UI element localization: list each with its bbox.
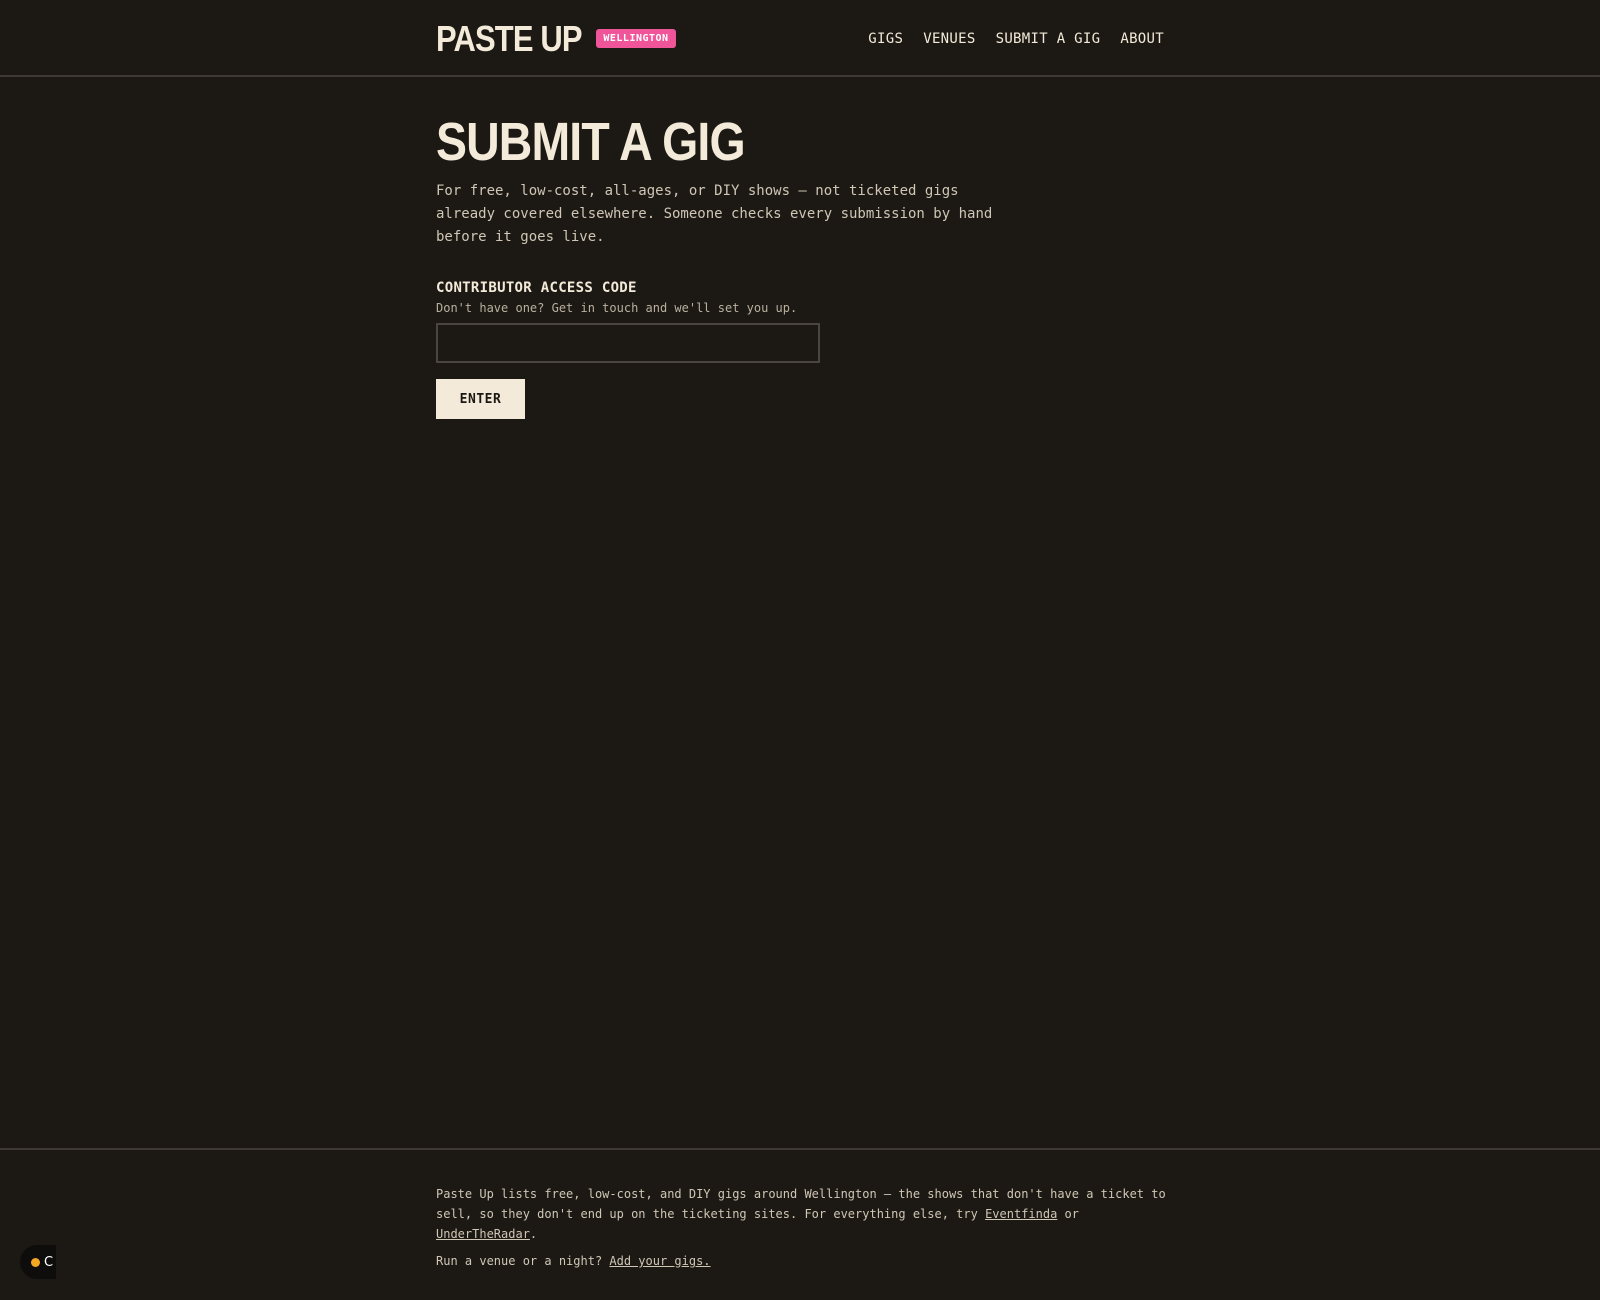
- nav-submit-a-gig[interactable]: SUBMIT A GIG: [996, 31, 1101, 47]
- intro-text: For free, low-cost, all-ages, or DIY sho…: [436, 183, 993, 245]
- footer-text-after: .: [529, 1227, 538, 1241]
- footer-about: Paste Up lists free, low-cost, and DIY g…: [436, 1184, 1166, 1244]
- page-title: SUBMIT A GIG: [436, 112, 746, 172]
- nav-gigs[interactable]: GIGS: [868, 31, 903, 47]
- main-content: SUBMIT A GIG For free, low-cost, all-age…: [436, 112, 1164, 419]
- enter-button[interactable]: ENTER: [436, 379, 525, 419]
- access-code-help: Don't have one? Get in touch and we'll s…: [436, 301, 798, 315]
- site-header: PASTE UP WELLINGTON GIGS VENUES SUBMIT A…: [0, 0, 1600, 77]
- access-code-input[interactable]: [436, 323, 820, 363]
- corner-widget[interactable]: C: [20, 1245, 56, 1279]
- footer-line2-text: Run a venue or a night?: [436, 1254, 610, 1268]
- footer-venue-cta: Run a venue or a night? Add your gigs.: [436, 1251, 1166, 1271]
- undertheradar-link[interactable]: UnderTheRadar: [436, 1227, 530, 1241]
- footer-inner: Paste Up lists free, low-cost, and DIY g…: [436, 1184, 1166, 1271]
- nav-venues[interactable]: VENUES: [923, 31, 975, 47]
- city-badge: WELLINGTON: [596, 29, 676, 48]
- site-footer: Paste Up lists free, low-cost, and DIY g…: [0, 1148, 1600, 1300]
- corner-widget-text: C: [44, 1254, 54, 1270]
- eventfinda-link[interactable]: Eventfinda: [985, 1207, 1057, 1221]
- status-dot-icon: [31, 1257, 40, 1267]
- add-your-gigs-link[interactable]: Add your gigs.: [609, 1254, 710, 1268]
- brand[interactable]: PASTE UP WELLINGTON: [436, 18, 676, 60]
- site-logo[interactable]: PASTE UP: [436, 18, 583, 60]
- footer-text-mid: or: [1057, 1207, 1080, 1221]
- main-nav: GIGS VENUES SUBMIT A GIG ABOUT: [868, 31, 1164, 47]
- header-inner: PASTE UP WELLINGTON GIGS VENUES SUBMIT A…: [436, 0, 1164, 77]
- nav-about[interactable]: ABOUT: [1120, 31, 1164, 47]
- access-code-label: CONTRIBUTOR ACCESS CODE: [436, 280, 637, 296]
